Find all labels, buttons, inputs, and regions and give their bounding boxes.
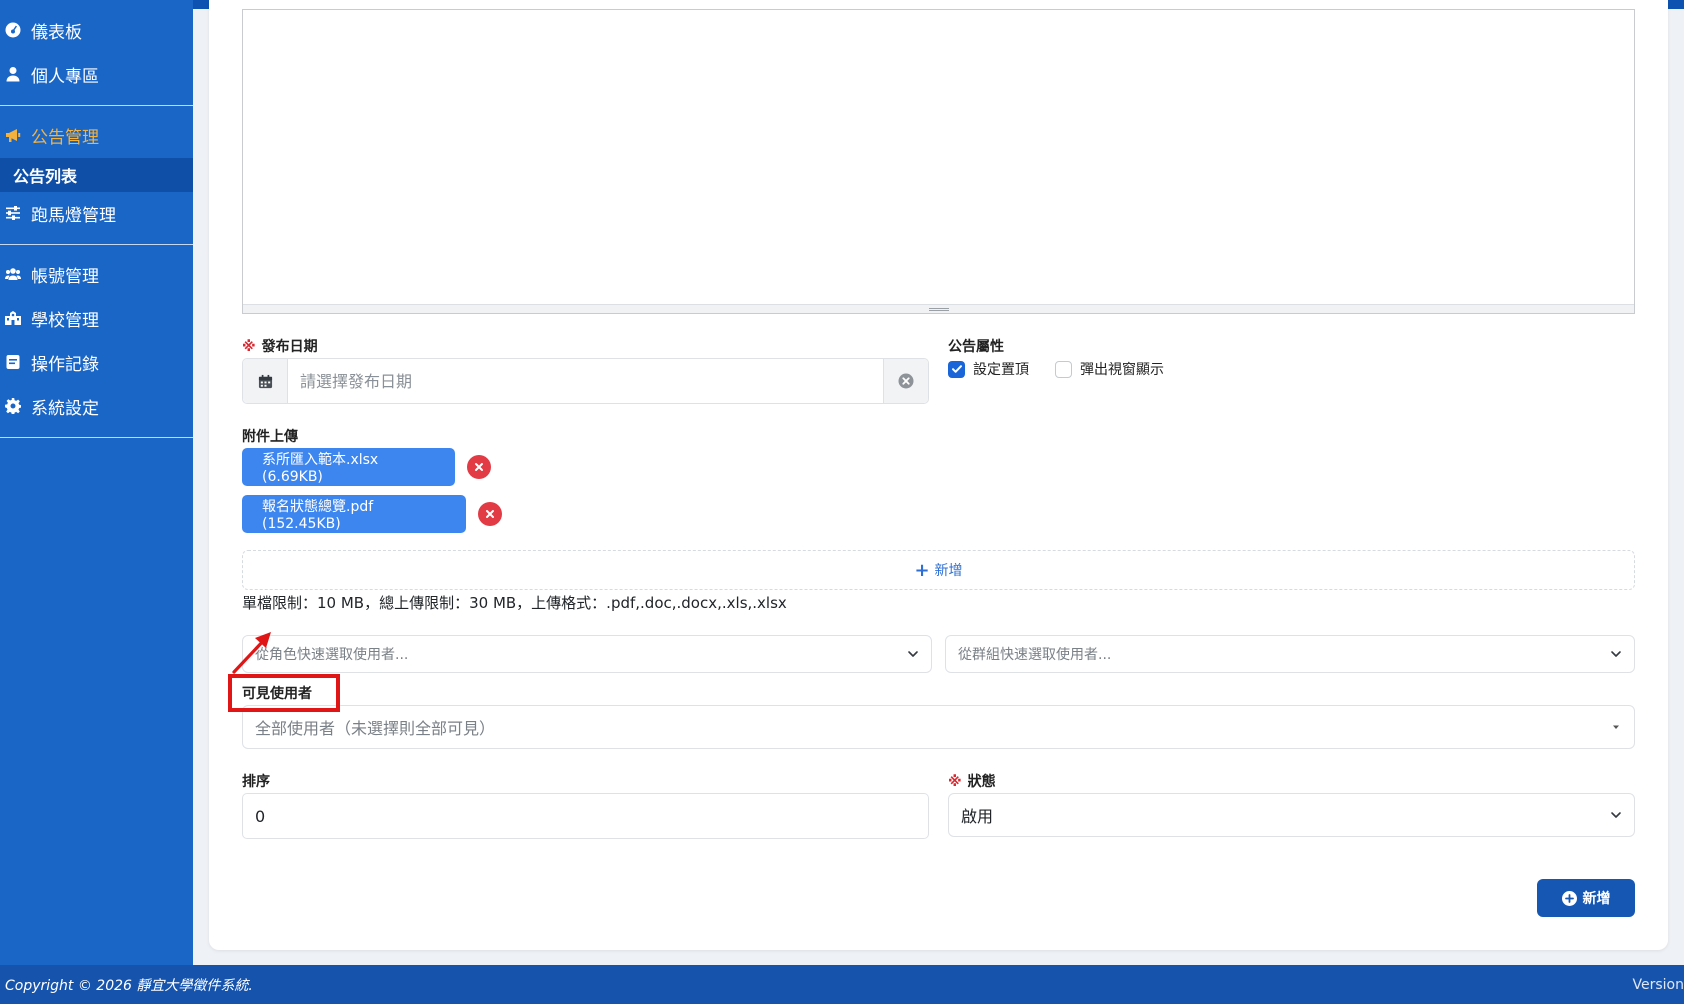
sidebar-item-profile[interactable]: 個人專區: [0, 54, 193, 94]
add-attachment-label: 新增: [934, 563, 963, 579]
popup-display-checkbox[interactable]: 彈出視窗顯示: [1055, 359, 1164, 379]
attachment-file-button[interactable]: 系所匯入範本.xlsx (6.69KB): [242, 448, 455, 486]
sidebar-item-announcements[interactable]: 公告管理: [0, 115, 193, 155]
role-quick-select-placeholder: 從角色快速選取使用者...: [255, 647, 409, 663]
order-value: 0: [255, 806, 266, 826]
sidebar-divider: [0, 105, 193, 106]
submit-button[interactable]: 新增: [1537, 879, 1635, 917]
bullhorn-icon: [5, 127, 21, 143]
plus-circle-icon: [1561, 890, 1577, 906]
publish-date-input[interactable]: [288, 359, 883, 403]
school-icon: [5, 310, 21, 326]
visible-users-select[interactable]: 全部使用者（未選擇則全部可見）: [242, 705, 1635, 749]
editor-resize-handle[interactable]: [243, 304, 1634, 313]
submit-label: 新增: [1582, 891, 1611, 907]
plus-icon: +: [914, 559, 930, 581]
gear-icon: [5, 398, 21, 414]
sidebar-item-label: 跑馬燈管理: [31, 205, 116, 226]
sidebar-item-marquee[interactable]: 跑馬燈管理: [0, 193, 193, 233]
status-label-text: 狀態: [967, 774, 996, 790]
group-quick-select-placeholder: 從群組快速選取使用者...: [958, 647, 1112, 663]
attachment-file-name: 系所匯入範本.xlsx (6.69KB): [262, 452, 379, 485]
role-quick-select[interactable]: 從角色快速選取使用者...: [242, 635, 932, 673]
publish-date-label: ※ 發布日期: [242, 336, 318, 356]
sidebar-divider: [0, 244, 193, 245]
order-input[interactable]: 0: [242, 793, 929, 839]
status-select[interactable]: 啟用: [948, 793, 1635, 837]
footer: Copyright © 2026 靜宜大學徵件系統. Version: [0, 965, 1684, 1004]
required-mark: ※: [242, 339, 256, 355]
log-icon: [5, 354, 21, 370]
sidebar-item-label: 帳號管理: [31, 266, 99, 287]
copyright-text: Copyright © 2026 靜宜大學徵件系統.: [5, 977, 253, 994]
attributes-label: 公告屬性: [948, 339, 1004, 355]
attachment-file-button[interactable]: 報名狀態總覽.pdf (152.45KB): [242, 495, 466, 533]
pin-to-top-checkbox[interactable]: 設定置頂: [948, 359, 1029, 379]
chevron-down-icon: [908, 651, 918, 657]
remove-attachment-button[interactable]: [478, 502, 502, 526]
chevron-down-icon: [1611, 651, 1621, 657]
publish-date-label-text: 發布日期: [261, 339, 318, 355]
group-quick-select[interactable]: 從群組快速選取使用者...: [945, 635, 1635, 673]
annotation-arrow-icon: [232, 632, 271, 674]
attachment-file-name: 報名狀態總覽.pdf (152.45KB): [262, 499, 374, 532]
sidebar-item-label: 公告管理: [31, 127, 99, 148]
order-label: 排序: [242, 774, 270, 790]
users-icon: [5, 266, 21, 282]
caret-down-icon: [1613, 725, 1619, 729]
sidebar-item-logs[interactable]: 操作記錄: [0, 342, 193, 382]
status-value: 啟用: [961, 807, 994, 826]
remove-attachment-button[interactable]: [467, 455, 491, 479]
sidebar-item-accounts[interactable]: 帳號管理: [0, 254, 193, 294]
clear-date-button[interactable]: [883, 359, 928, 403]
checkbox-unchecked-icon: [1055, 360, 1072, 378]
sidebar-item-schools[interactable]: 學校管理: [0, 298, 193, 338]
required-mark: ※: [948, 774, 962, 790]
dashboard-icon: [5, 22, 21, 38]
popup-display-label: 彈出視窗顯示: [1080, 362, 1164, 378]
upload-limit-hint: 單檔限制：10 MB，總上傳限制：30 MB，上傳格式：.pdf,.doc,.d…: [242, 594, 787, 612]
pin-to-top-label: 設定置頂: [973, 362, 1029, 378]
grip-icon: [928, 308, 949, 311]
publish-date-field: [242, 358, 929, 404]
user-icon: [5, 66, 21, 82]
sidebar-item-label: 操作記錄: [31, 354, 99, 375]
sidebar-item-label: 儀表板: [31, 22, 82, 43]
visible-users-placeholder: 全部使用者（未選擇則全部可見）: [255, 719, 496, 738]
version-text: Version: [1632, 976, 1684, 993]
checkbox-checked-icon: [948, 360, 965, 378]
rich-text-editor[interactable]: [242, 9, 1635, 314]
clear-icon: [898, 373, 914, 389]
chevron-down-icon: [1611, 812, 1621, 818]
add-attachment-button[interactable]: + 新增: [242, 550, 1635, 590]
sidebar-item-label: 學校管理: [31, 310, 99, 331]
close-icon: [486, 510, 494, 518]
sidebar-subitem-announcement-list[interactable]: 公告列表: [0, 158, 193, 192]
sidebar-item-label: 系統設定: [31, 398, 99, 419]
sidebar-divider: [0, 437, 193, 438]
status-label: ※ 狀態: [948, 771, 996, 791]
sidebar: 儀表板 個人專區 公告管理 公告列表 跑馬燈管理 帳號管理 學校管理 操作記錄 …: [0, 0, 193, 965]
annotation-highlight-box: [228, 674, 340, 712]
sidebar-item-settings[interactable]: 系統設定: [0, 386, 193, 426]
sidebar-item-label: 個人專區: [31, 66, 99, 87]
attachments-label: 附件上傳: [242, 429, 298, 445]
sidebar-item-dashboard[interactable]: 儀表板: [0, 10, 193, 50]
calendar-icon[interactable]: [243, 359, 288, 403]
sidebar-subitem-label: 公告列表: [13, 167, 78, 186]
close-icon: [475, 463, 483, 471]
sliders-icon: [5, 205, 21, 221]
